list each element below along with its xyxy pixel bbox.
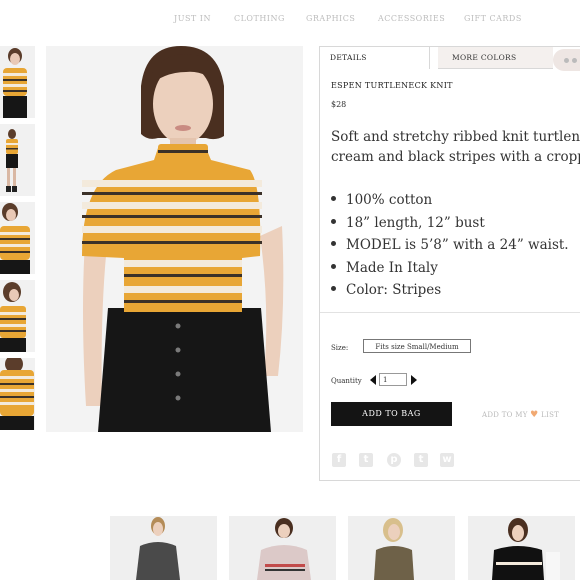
related-product-2[interactable] [229,516,336,580]
quantity-label: Quantity [331,377,362,385]
thumbnail-2[interactable] [0,124,35,196]
tab-more-colors[interactable]: MORE COLORS [438,47,553,69]
product-description: Soft and stretchy ribbed knit turtleneck… [331,127,580,167]
feature-item: 100% cotton [331,189,569,212]
product-features-list: 100% cotton 18” length, 12” bust MODEL i… [331,189,569,302]
dot-icon [564,58,569,63]
related-product-1[interactable] [110,516,217,580]
related-product-3[interactable] [348,516,455,580]
nav-clothing[interactable]: CLOTHING [234,14,285,23]
main-product-photo[interactable] [46,46,303,432]
thumbnail-1[interactable] [0,46,35,118]
feature-text: Made In Italy [346,259,438,276]
bullet-icon [331,286,336,291]
quantity-decrease-icon[interactable] [370,375,376,385]
feature-text: 18” length, 12” bust [346,214,485,231]
heart-icon: ♥ [530,410,539,420]
pinterest-icon[interactable]: p [387,453,401,467]
size-label: Size: [331,344,349,352]
feature-text: Color: Stripes [346,282,442,298]
divider [320,312,580,313]
description-line: Soft and stretchy ribbed knit turtleneck [331,129,580,145]
top-navigation: JUST IN CLOTHING GRAPHICS ACCESSORIES GI… [0,14,580,28]
twitter-icon[interactable]: t [359,453,373,467]
thumbnail-3[interactable] [0,202,35,274]
bullet-icon [331,218,336,224]
add-to-bag-button[interactable]: ADD TO BAG [331,402,452,426]
nav-just-in[interactable]: JUST IN [174,14,211,23]
tumblr-icon[interactable]: t [414,453,428,467]
thumbnail-4[interactable] [0,280,35,352]
panel-toggle-button[interactable] [553,49,580,71]
product-details-panel: DETAILS MORE COLORS ESPEN TURTLENECK KNI… [319,46,580,481]
product-title: ESPEN TURTLENECK KNIT [331,81,453,90]
size-select[interactable]: Fits size Small/Medium [363,339,471,353]
feature-item: Color: Stripes [331,279,569,302]
quantity-increase-icon[interactable] [411,375,417,385]
product-price: $28 [331,100,347,109]
nav-accessories[interactable]: ACCESSORIES [378,14,445,23]
tab-details[interactable]: DETAILS [320,47,430,69]
description-line: cream and black stripes with a cropped [331,149,580,165]
bullet-icon [331,241,336,246]
wishlist-prefix: ADD TO MY [482,411,528,419]
bullet-icon [331,263,336,269]
wishlist-suffix: LIST [541,411,560,419]
add-to-wishlist-link[interactable]: ADD TO MY ♥ LIST [482,410,559,420]
feature-text: MODEL is 5’8” with a 24” waist. [346,237,569,253]
bullet-icon [331,196,336,201]
feature-item: 18” length, 12” bust [331,212,569,235]
feature-item: MODEL is 5’8” with a 24” waist. [331,234,569,257]
feature-item: Made In Italy [331,257,569,280]
nav-graphics[interactable]: GRAPHICS [306,14,355,23]
quantity-input[interactable]: 1 [379,373,407,386]
thumbnail-5[interactable] [0,358,35,430]
wanelo-icon[interactable]: w [440,453,454,467]
dot-icon [572,58,577,63]
nav-gift-cards[interactable]: GIFT CARDS [464,14,522,23]
facebook-icon[interactable]: f [332,453,346,467]
related-product-4[interactable] [468,516,575,580]
feature-text: 100% cotton [346,192,433,208]
